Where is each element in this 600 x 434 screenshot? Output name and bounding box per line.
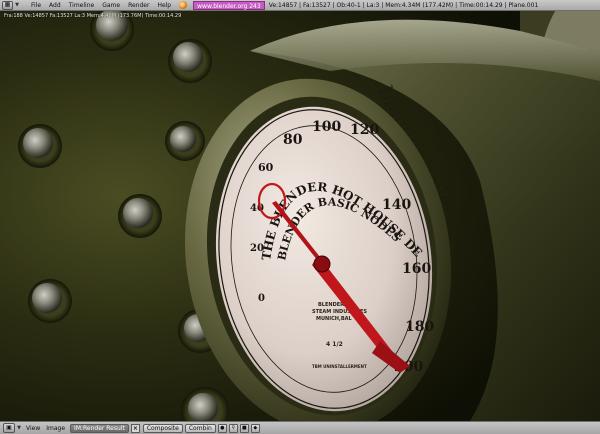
gauge-size-text: 4 1/2 — [326, 341, 343, 348]
gauge-tick-label-120: 120 — [350, 122, 379, 138]
maker-line-1: BLENDER — [318, 302, 344, 308]
menu-file[interactable]: File — [21, 0, 45, 10]
image-editor-icon[interactable]: ▣ — [3, 423, 15, 433]
blender-logo-icon — [179, 1, 188, 9]
gauge-tick-label-160: 160 — [402, 261, 431, 277]
scene-stats: Ve:14857 | Fa:13527 | Ob:40-1 | La:3 | M… — [268, 1, 539, 9]
image-name-field[interactable]: IM:Render Result — [70, 423, 129, 433]
collapse-menu-triangle-icon[interactable]: ▼ — [13, 2, 21, 8]
blender-url-badge[interactable]: www.blender.org 243 — [193, 0, 265, 10]
camera-icon[interactable]: ◆ — [250, 423, 260, 433]
close-icon[interactable]: × — [130, 423, 140, 433]
menu-timeline[interactable]: Timeline — [65, 0, 99, 10]
menu-help[interactable]: Help — [153, 0, 175, 10]
image-editor-header: ▣ ▼ View Image IM:Render Result × Compos… — [0, 421, 600, 434]
render-result-area[interactable]: blender boiler 2009 0 20 40 60 80 100 12… — [0, 11, 600, 421]
gauge-tick-label-80: 80 — [283, 132, 303, 148]
menu-view[interactable]: View — [23, 422, 43, 434]
gauge-tick-label-180: 180 — [405, 319, 434, 335]
gauge-tick-label-60: 60 — [258, 161, 274, 174]
collapse-menu-triangle-icon[interactable]: ▼ — [15, 425, 23, 431]
gauge-needle-hub — [313, 255, 331, 273]
gauge-tick-label-0: 0 — [258, 293, 265, 304]
menu-game[interactable]: Game — [98, 0, 124, 10]
zoom-icon[interactable]: ⚲ — [228, 423, 238, 433]
render-stats-overlay: Fra:188 Ve:14857 Fa:13527 La:3 Mem:4.48M… — [4, 13, 182, 19]
menu-add[interactable]: Add — [45, 0, 65, 10]
render-pass-dropdown[interactable]: Combin — [184, 423, 216, 433]
render-image: blender boiler 2009 0 20 40 60 80 100 12… — [0, 11, 600, 421]
menu-image[interactable]: Image — [43, 422, 68, 434]
maker-line-3: MUNICH,BAL — [316, 316, 353, 322]
gauge-tick-label-140: 140 — [382, 197, 411, 213]
render-layer-dropdown[interactable]: Composite — [142, 423, 183, 433]
pin-icon[interactable]: ● — [217, 423, 227, 433]
info-header: ▦ ▼ File Add Timeline Game Render Help w… — [0, 0, 600, 11]
gauge-serial-text: TBM UNINSTALLERMENT — [312, 364, 367, 369]
lock-icon[interactable]: ■ — [239, 423, 249, 433]
gauge-tick-label-100: 100 — [312, 119, 341, 135]
info-window-icon[interactable]: ▦ — [2, 0, 13, 10]
menu-render[interactable]: Render — [124, 0, 153, 10]
